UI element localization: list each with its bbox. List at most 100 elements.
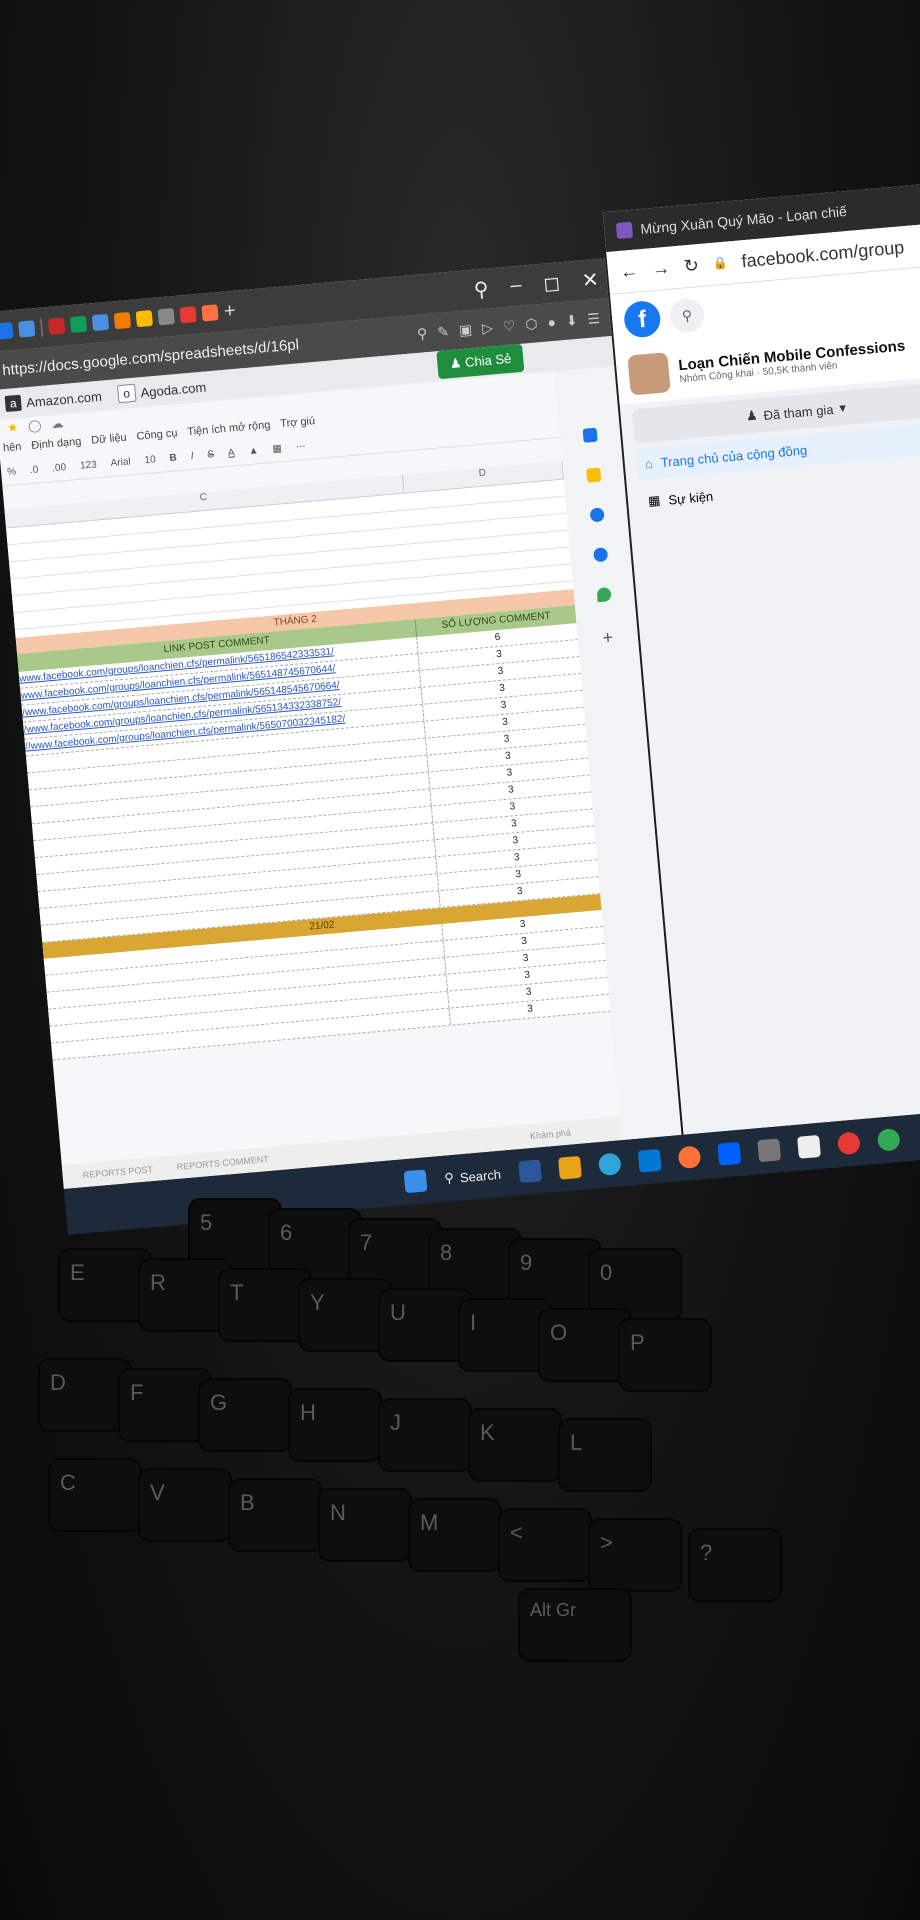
tab-favicon-icon[interactable] xyxy=(113,311,132,330)
tasks-icon[interactable] xyxy=(589,507,605,523)
key-u[interactable]: U xyxy=(380,1290,470,1360)
home-icon: ⌂ xyxy=(644,455,654,472)
nav-label: Sự kiện xyxy=(667,488,714,508)
chrome-icon[interactable] xyxy=(876,1127,901,1152)
key--[interactable]: > xyxy=(590,1520,680,1590)
zoom-icon[interactable]: ⚲ xyxy=(416,325,428,343)
explore-button[interactable]: Khám phá xyxy=(530,1128,572,1142)
tab-favicon-icon[interactable] xyxy=(157,308,175,326)
bookmark-agoda[interactable]: o Agoda.com xyxy=(116,378,207,404)
spreadsheet: ★ ◯ ☁ hên Định dạng Dữ liệu Công cụ Tiện… xyxy=(0,343,642,1189)
extensions-icon[interactable]: ⬡ xyxy=(525,315,539,333)
maximize-icon[interactable]: ◻ xyxy=(542,270,561,296)
key-e[interactable]: E xyxy=(60,1250,150,1320)
settings-sliders-icon[interactable]: ☰ xyxy=(587,309,601,327)
tab-favicon-icon[interactable] xyxy=(47,317,66,335)
document-icon[interactable] xyxy=(796,1134,821,1159)
more-options-icon[interactable]: ⋯ xyxy=(295,441,306,453)
menu-tools[interactable]: Công cụ xyxy=(136,427,178,443)
borders-icon[interactable]: ▦ xyxy=(272,443,282,455)
key-j[interactable]: J xyxy=(380,1400,470,1470)
key-o[interactable]: O xyxy=(540,1310,630,1380)
key-g[interactable]: G xyxy=(200,1380,290,1450)
text-color-button[interactable]: A xyxy=(228,447,236,459)
key-m[interactable]: M xyxy=(410,1500,500,1570)
key-l[interactable]: L xyxy=(560,1420,650,1490)
edit-icon[interactable]: ✎ xyxy=(437,323,450,341)
menu-item[interactable]: hên xyxy=(3,441,22,455)
screenshot-icon[interactable]: ▣ xyxy=(458,321,473,339)
amazon-icon: a xyxy=(4,394,22,413)
download-icon[interactable]: ⬇ xyxy=(565,311,578,329)
sheets-favicon-icon[interactable] xyxy=(69,315,88,334)
fill-color-icon[interactable]: ▲ xyxy=(248,445,259,457)
menu-help[interactable]: Trợ giú xyxy=(280,415,316,430)
key-h[interactable]: H xyxy=(290,1390,380,1460)
tab-favicon-icon[interactable] xyxy=(91,313,110,332)
profile-avatar[interactable]: ● xyxy=(547,314,557,331)
key--[interactable]: ? xyxy=(690,1530,780,1600)
decimal-decrease-button[interactable]: .0 xyxy=(30,464,39,476)
key-n[interactable]: N xyxy=(320,1490,410,1560)
strikethrough-button[interactable]: S xyxy=(207,449,215,461)
fb-url-input[interactable]: facebook.com/group xyxy=(741,237,905,272)
font-dropdown[interactable]: Arial xyxy=(110,456,131,469)
key-b[interactable]: B xyxy=(230,1480,320,1550)
calendar-icon: ▦ xyxy=(647,492,662,509)
back-icon[interactable]: ← xyxy=(619,260,639,282)
reload-icon[interactable]: ↻ xyxy=(683,255,700,277)
key-f[interactable]: F xyxy=(120,1370,210,1440)
calendar-icon[interactable] xyxy=(582,427,598,443)
contacts-icon[interactable] xyxy=(593,547,609,563)
menu-format[interactable]: Định dạng xyxy=(31,436,82,452)
app-icon[interactable] xyxy=(757,1138,781,1163)
key-t[interactable]: T xyxy=(220,1270,310,1340)
new-tab-icon[interactable]: + xyxy=(223,299,237,323)
key-y[interactable]: Y xyxy=(300,1280,390,1350)
key-v[interactable]: V xyxy=(140,1470,230,1540)
maps-icon[interactable] xyxy=(596,587,612,603)
nav-label: Trang chủ của cộng đồng xyxy=(660,442,808,471)
keep-icon[interactable] xyxy=(586,467,602,483)
key-c[interactable]: C xyxy=(50,1460,140,1530)
menu-data[interactable]: Dữ liệu xyxy=(91,432,127,447)
tab-favicon-icon[interactable] xyxy=(179,306,197,324)
joined-label: Đã tham gia xyxy=(762,401,835,423)
minimize-icon[interactable]: – xyxy=(509,273,522,299)
favorite-icon[interactable]: ♡ xyxy=(502,317,516,335)
group-avatar[interactable] xyxy=(627,352,671,396)
key-k[interactable]: K xyxy=(470,1410,560,1480)
tab-separator xyxy=(39,318,44,337)
bookmark-amazon[interactable]: a Amazon.com xyxy=(4,388,103,413)
tab-favicon-icon[interactable] xyxy=(18,320,36,338)
close-icon[interactable]: ✕ xyxy=(581,266,600,292)
key-alt-gr[interactable]: Alt Gr xyxy=(520,1590,630,1660)
italic-button[interactable]: I xyxy=(190,450,194,461)
search-icon[interactable]: ⚲ xyxy=(668,296,706,334)
move-icon[interactable]: ◯ xyxy=(27,418,42,433)
sheet-grid: C D THÁNG 2 LINK POST COMMENT SỐ LƯỢNG C… xyxy=(4,460,611,1061)
facebook-logo-icon[interactable]: f xyxy=(622,299,662,339)
key-i[interactable]: I xyxy=(460,1300,550,1370)
add-addon-icon[interactable]: + xyxy=(602,627,614,649)
font-size-input[interactable]: 10 xyxy=(144,454,156,466)
key-p[interactable]: P xyxy=(620,1320,710,1390)
keyboard: 5 6 7 8 9 0 E R T Y U I O P D F G H J K L C V B N M < >? Alt Gr xyxy=(0,1160,920,1920)
key--[interactable]: < xyxy=(500,1510,590,1580)
key-d[interactable]: D xyxy=(40,1360,130,1430)
tab-favicon-icon[interactable] xyxy=(0,322,14,340)
opera-icon[interactable] xyxy=(836,1131,861,1156)
forward-icon[interactable]: → xyxy=(651,257,671,279)
star-icon[interactable]: ★ xyxy=(7,420,19,435)
cloud-icon[interactable]: ☁ xyxy=(51,416,64,431)
search-tabs-icon[interactable]: ⚲ xyxy=(473,276,490,302)
send-icon[interactable]: ▷ xyxy=(481,319,493,337)
decimal-increase-button[interactable]: .00 xyxy=(52,462,67,474)
key-r[interactable]: R xyxy=(140,1260,230,1330)
bold-button[interactable]: B xyxy=(169,452,177,464)
drive-favicon-icon[interactable] xyxy=(135,309,153,328)
number-format-dropdown[interactable]: 123 xyxy=(80,459,98,471)
tab-favicon-icon[interactable] xyxy=(201,304,219,322)
percent-button[interactable]: % xyxy=(7,466,17,478)
menu-extensions[interactable]: Tiện ích mở rộng xyxy=(187,419,271,438)
